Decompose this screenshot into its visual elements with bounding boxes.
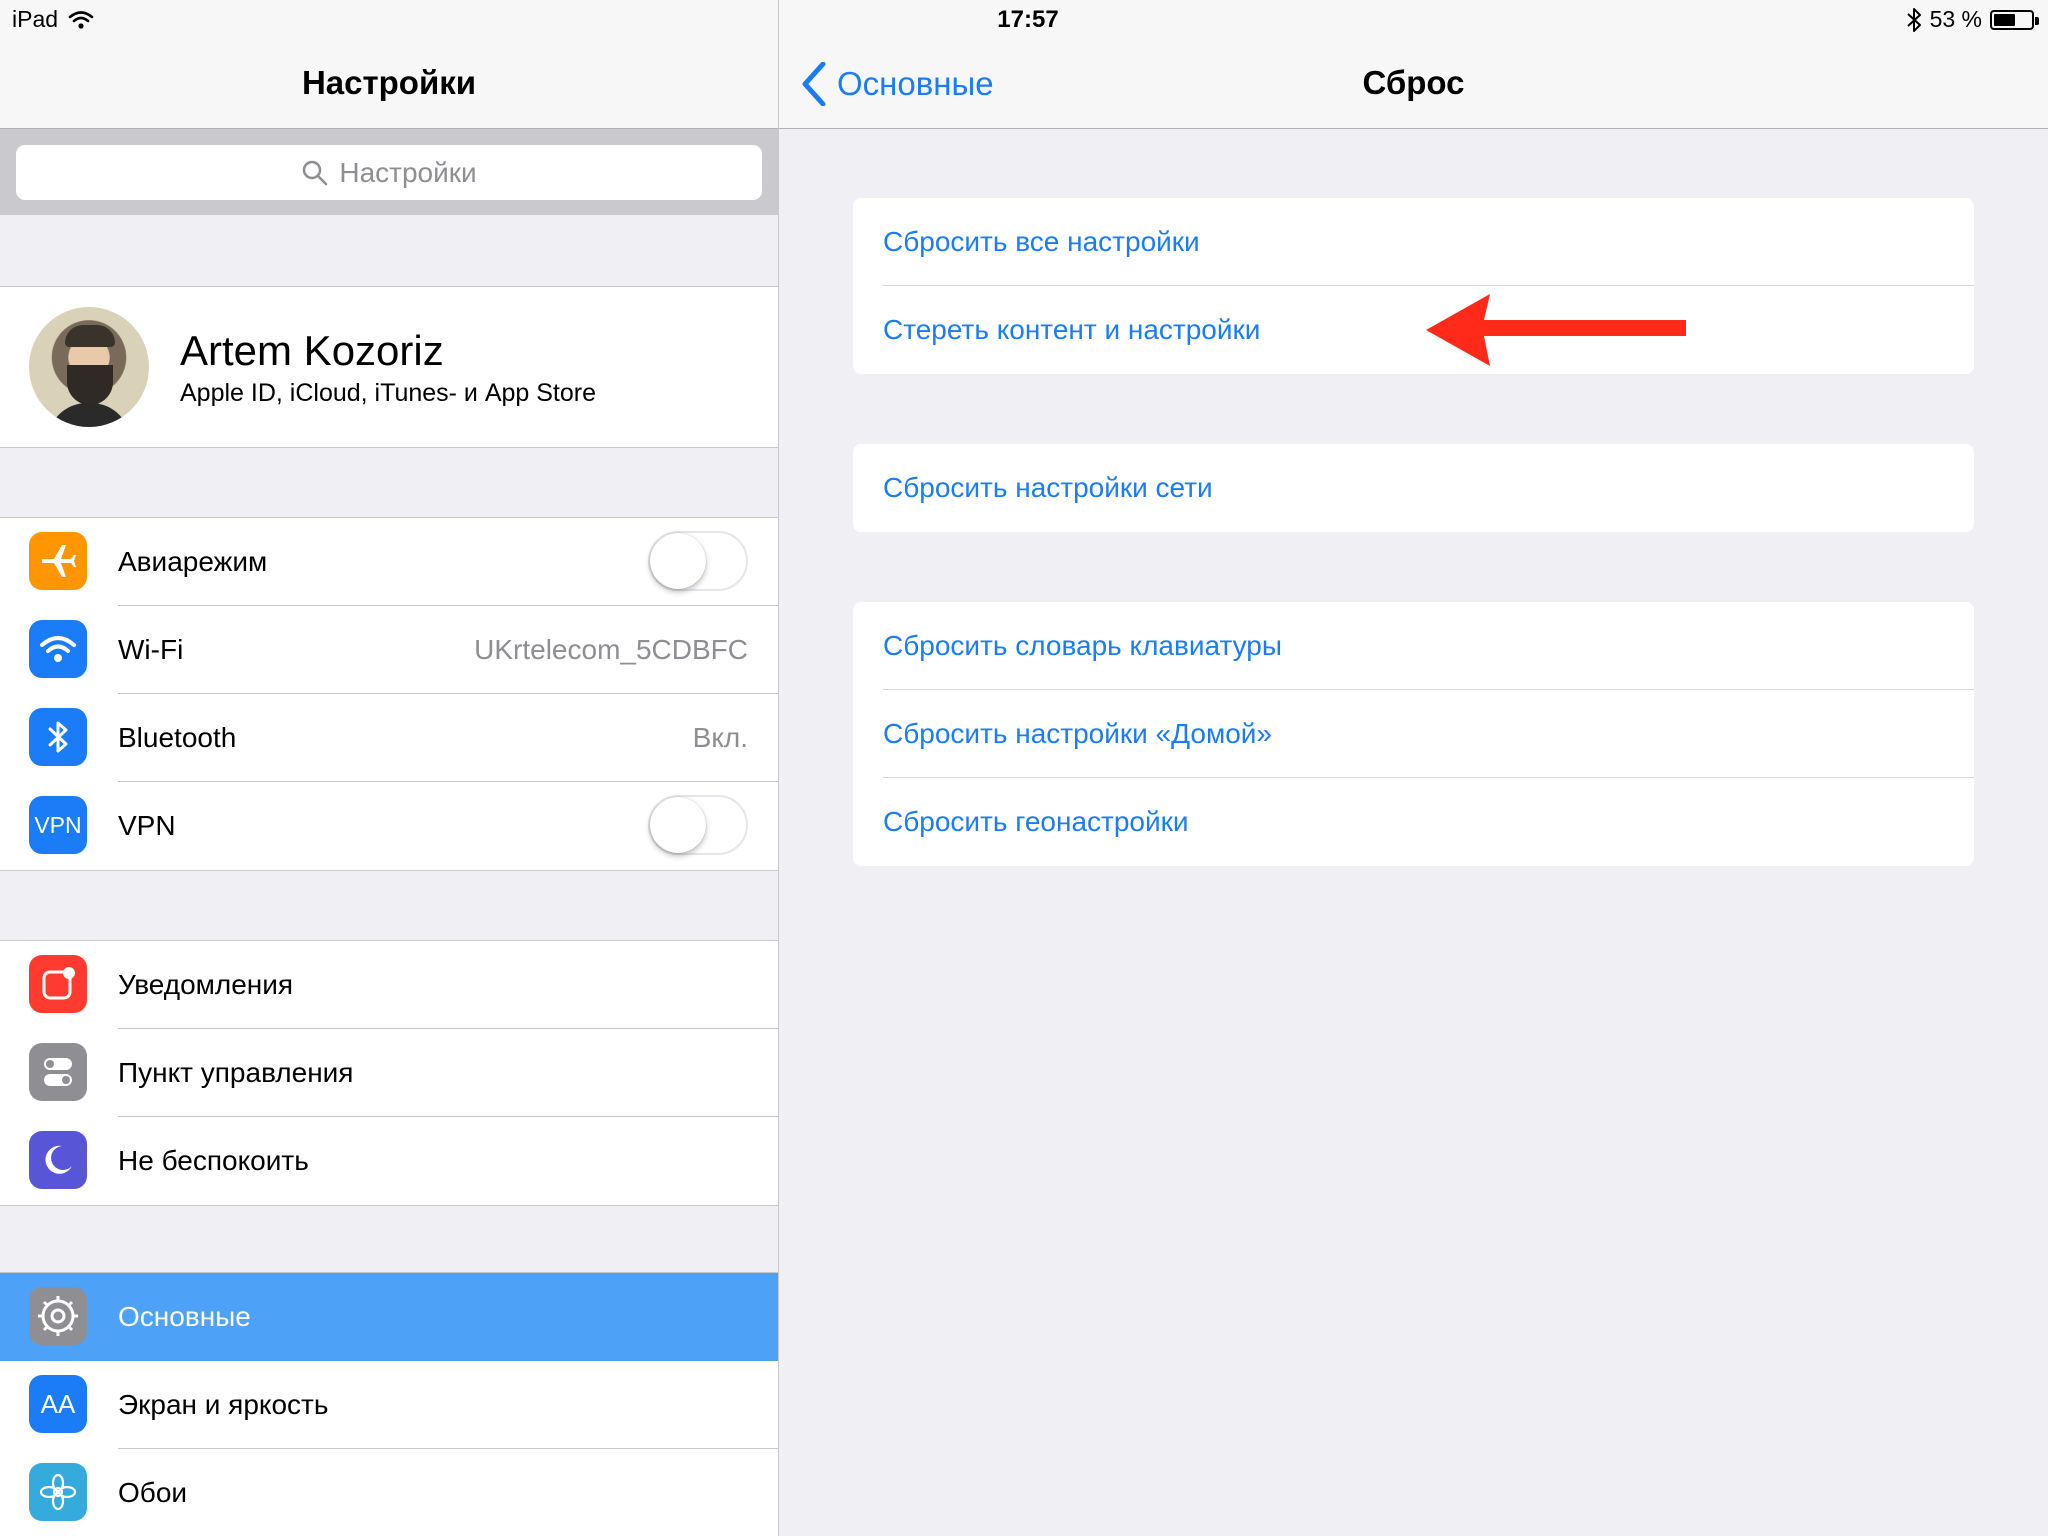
reset-keyboard-dictionary-button[interactable]: Сбросить словарь клавиатуры [853, 602, 1974, 690]
sidebar-item-airplane-mode[interactable]: Авиарежим [0, 518, 778, 606]
sidebar-item-label: Wi-Fi [118, 634, 184, 665]
display-brightness-icon: AA [29, 1375, 87, 1433]
sidebar-item-label: Bluetooth [118, 722, 237, 753]
wifi-network-name: UKrtelecom_5CDBFC [474, 634, 748, 665]
search-icon [303, 160, 328, 185]
bluetooth-icon [29, 708, 87, 766]
reset-group-2: Сбросить настройки сети [853, 444, 1974, 532]
moon-icon [29, 1131, 87, 1189]
battery-percentage: 53 % [1929, 6, 1982, 32]
search-input[interactable]: Настройки [16, 145, 762, 200]
reset-home-screen-button[interactable]: Сбросить настройки «Домой» [853, 690, 1974, 778]
sidebar-item-label: Уведомления [118, 969, 294, 1000]
sidebar-item-label: Основные [118, 1301, 251, 1332]
status-right: 53 % [1906, 6, 2039, 33]
sidebar-item-wallpaper[interactable]: Обои [0, 1449, 778, 1536]
notifications-group: Уведомления Пункт управления Не беспокои… [0, 940, 778, 1206]
reset-group-3: Сбросить словарь клавиатуры Сбросить нас… [853, 602, 1974, 866]
apple-id-profile-row[interactable]: Artem Kozoriz Apple ID, iCloud, iTunes- … [0, 286, 778, 448]
search-bar-container: Настройки [0, 129, 778, 215]
vpn-toggle[interactable] [648, 795, 748, 855]
bluetooth-status: Вкл. [692, 722, 748, 753]
reset-home-screen-label: Сбросить настройки «Домой» [883, 718, 1273, 749]
general-group: Основные AA Экран и яркость Обои [0, 1272, 778, 1536]
sidebar-title: Настройки [301, 64, 477, 101]
bluetooth-icon [1906, 7, 1921, 32]
settings-sidebar: Настройки Настройки Artem Kozoriz Apple … [0, 0, 779, 1536]
annotation-arrow-icon [1426, 294, 1686, 366]
connectivity-group: Авиарежим Wi-Fi UKrtelecom_5CDBFC Blueto… [0, 517, 778, 871]
sidebar-item-label: Не беспокоить [118, 1145, 309, 1176]
sidebar-item-vpn[interactable]: VPN VPN [0, 782, 778, 870]
sidebar-item-label: Авиарежим [118, 546, 268, 577]
avatar [29, 307, 149, 427]
erase-content-settings-label: Стереть контент и настройки [883, 314, 1261, 345]
control-center-icon [29, 1043, 87, 1101]
reset-network-settings-label: Сбросить настройки сети [883, 472, 1213, 503]
sidebar-item-display-brightness[interactable]: AA Экран и яркость [0, 1361, 778, 1449]
status-time: 17:57 [997, 6, 1059, 33]
sidebar-item-label: VPN [118, 810, 176, 841]
reset-location-privacy-label: Сбросить геонастройки [883, 806, 1189, 837]
sidebar-item-label: Обои [118, 1477, 188, 1508]
sidebar-item-bluetooth[interactable]: Bluetooth Вкл. [0, 694, 778, 782]
sidebar-item-label: Экран и яркость [118, 1389, 329, 1420]
profile-name: Artem Kozoriz [180, 327, 444, 374]
reset-group-1: Сбросить все настройки Стереть контент и… [853, 198, 1974, 374]
profile-subtitle: Apple ID, iCloud, iTunes- и App Store [180, 379, 597, 407]
status-bar: iPad 17:57 53 % [0, 0, 2048, 40]
page-title: Сброс [1362, 64, 1465, 101]
vpn-icon: VPN [29, 796, 87, 854]
sidebar-item-general[interactable]: Основные [0, 1273, 778, 1361]
reset-location-privacy-button[interactable]: Сбросить геонастройки [853, 778, 1974, 866]
erase-content-settings-button[interactable]: Стереть контент и настройки [853, 286, 1974, 374]
reset-all-settings-button[interactable]: Сбросить все настройки [853, 198, 1974, 286]
wallpaper-icon [29, 1463, 87, 1521]
notifications-icon [29, 955, 87, 1013]
sidebar-item-wifi[interactable]: Wi-Fi UKrtelecom_5CDBFC [0, 606, 778, 694]
airplane-icon [29, 532, 87, 590]
sidebar-item-label: Пункт управления [118, 1057, 354, 1088]
gear-icon [29, 1287, 87, 1345]
reset-network-settings-button[interactable]: Сбросить настройки сети [853, 444, 1974, 532]
sidebar-item-control-center[interactable]: Пункт управления [0, 1029, 778, 1117]
reset-all-settings-label: Сбросить все настройки [883, 226, 1200, 257]
wifi-icon [29, 620, 87, 678]
reset-keyboard-dictionary-label: Сбросить словарь клавиатуры [883, 630, 1282, 661]
search-placeholder: Настройки [339, 156, 477, 188]
sidebar-item-notifications[interactable]: Уведомления [0, 941, 778, 1029]
battery-icon [1990, 9, 2039, 30]
airplane-mode-toggle[interactable] [648, 531, 748, 591]
sidebar-item-do-not-disturb[interactable]: Не беспокоить [0, 1117, 778, 1205]
